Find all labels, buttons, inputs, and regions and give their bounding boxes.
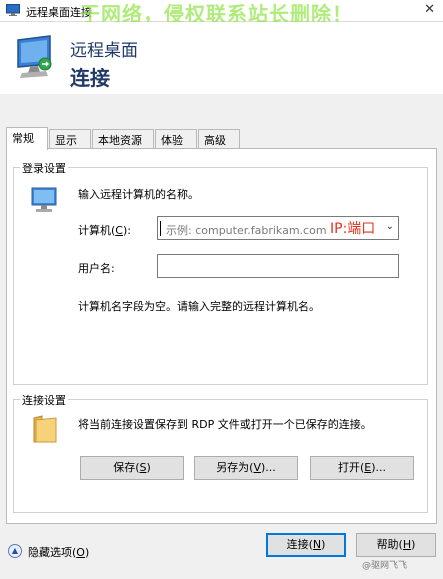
close-icon[interactable]: ✕	[424, 2, 435, 17]
folder-icon	[33, 415, 57, 443]
corner-watermark: @驱网飞飞	[362, 561, 408, 571]
help-button[interactable]: 帮助(H)	[356, 533, 436, 557]
tab-panel-general: 登录设置 输入远程计算机的名称。 计算机(C): 示例: computer.fa…	[6, 148, 437, 524]
ip-port-annotation: IP:端口	[330, 221, 376, 237]
chevron-up-icon: ▲	[8, 544, 22, 558]
username-label: 用户名:	[78, 262, 115, 275]
header-subtitle: 远程桌面	[70, 41, 138, 61]
computer-monitor-icon	[31, 187, 57, 212]
remote-desktop-icon	[6, 4, 20, 16]
tab-advanced[interactable]: 高级	[198, 129, 240, 149]
header-banner: 远程桌面 连接	[0, 22, 443, 94]
save-as-button[interactable]: 另存为(V)...	[194, 456, 298, 480]
open-button[interactable]: 打开(E)...	[310, 456, 414, 480]
connection-description: 将当前连接设置保存到 RDP 文件或打开一个已保存的连接。	[78, 418, 372, 431]
username-input[interactable]	[157, 254, 399, 278]
tab-local-resources[interactable]: 本地资源	[92, 129, 154, 149]
computer-name-hint: 计算机名字段为空。请输入完整的远程计算机名。	[78, 300, 320, 313]
computer-combobox[interactable]: 示例: computer.fabrikam.com IP:端口 ⌄	[157, 216, 399, 240]
text-cursor	[160, 221, 161, 236]
computer-label: 计算机(C):	[78, 224, 131, 237]
hide-options-label: 隐藏选项(O)	[28, 546, 90, 559]
login-settings-label: 登录设置	[20, 160, 68, 176]
chevron-down-icon[interactable]: ⌄	[386, 221, 394, 232]
login-instruction: 输入远程计算机的名称。	[78, 188, 199, 201]
save-button[interactable]: 保存(S)	[80, 456, 184, 480]
connection-settings-group: 连接设置 将当前连接设置保存到 RDP 文件或打开一个已保存的连接。 保存(S)…	[13, 392, 428, 513]
header-title: 连接	[70, 66, 110, 90]
remote-desktop-icon	[17, 35, 52, 78]
connection-settings-label: 连接设置	[20, 392, 68, 408]
tab-experience[interactable]: 体验	[155, 129, 197, 149]
connect-button[interactable]: 连接(N)	[266, 533, 346, 557]
computer-placeholder: 示例: computer.fabrikam.com	[166, 224, 327, 237]
login-settings-group: 登录设置 输入远程计算机的名称。 计算机(C): 示例: computer.fa…	[13, 160, 428, 385]
tab-general[interactable]: 常规	[6, 127, 48, 150]
tab-display[interactable]: 显示	[49, 129, 91, 149]
